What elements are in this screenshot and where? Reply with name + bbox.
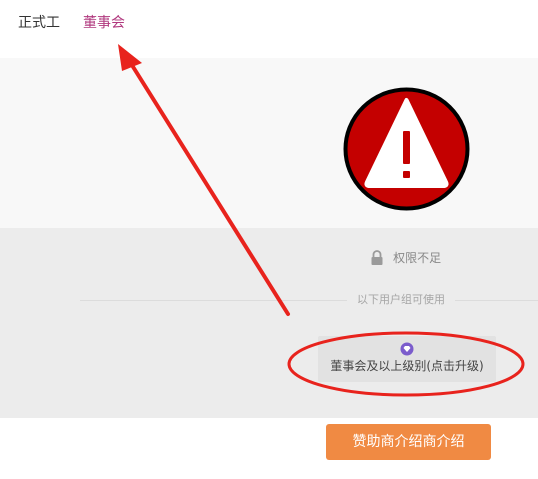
tab-bar: 正式工 董事会: [0, 0, 538, 58]
tab-regular-staff[interactable]: 正式工: [18, 13, 60, 33]
permission-denied-text: 权限不足: [393, 251, 442, 265]
upgrade-button-label: 董事会及以上级别(点击升级): [330, 359, 484, 373]
warning-icon: [343, 87, 470, 211]
sponsor-intro-button[interactable]: 赞助商介绍商介绍: [326, 424, 491, 460]
divider: [80, 300, 538, 301]
permission-notice: 权限不足: [370, 247, 441, 265]
allowed-groups-label: 以下用户组可使用: [347, 292, 455, 308]
lock-icon: [371, 249, 383, 265]
upgrade-button[interactable]: 董事会及以上级别(点击升级): [318, 336, 496, 382]
gem-icon: [400, 342, 414, 356]
tab-board-of-directors[interactable]: 董事会: [83, 13, 125, 33]
permission-panel: [0, 228, 538, 418]
